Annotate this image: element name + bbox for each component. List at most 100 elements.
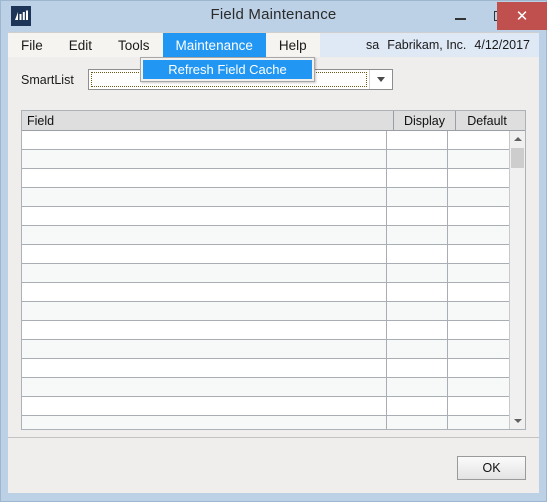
table-cell-display[interactable]: [387, 169, 449, 187]
table-cell-default[interactable]: [448, 416, 509, 429]
table-cell-display[interactable]: [387, 378, 449, 396]
table-cell-default[interactable]: [448, 131, 509, 149]
table-cell-display[interactable]: [387, 302, 449, 320]
menu-item-help[interactable]: Help: [266, 33, 320, 57]
table-cell-field[interactable]: [22, 340, 388, 358]
table-cell-display[interactable]: [387, 283, 449, 301]
close-button[interactable]: ✕: [497, 2, 547, 30]
grid-header-display[interactable]: Display: [394, 111, 456, 130]
table-cell-default[interactable]: [448, 283, 509, 301]
title-bar: Field Maintenance ✕: [1, 1, 547, 31]
table-cell-field[interactable]: [22, 188, 388, 206]
table-row[interactable]: [22, 378, 509, 397]
table-cell-default[interactable]: [448, 397, 509, 415]
table-cell-field[interactable]: [22, 283, 388, 301]
grid-header-row: Field Display Default: [22, 111, 525, 131]
table-cell-display[interactable]: [387, 207, 449, 225]
table-cell-default[interactable]: [448, 207, 509, 225]
table-cell-default[interactable]: [448, 340, 509, 358]
status-date: 4/12/2017: [474, 38, 530, 52]
table-cell-display[interactable]: [387, 264, 449, 282]
maintenance-dropdown-menu: Refresh Field Cache: [140, 57, 315, 82]
table-cell-default[interactable]: [448, 378, 509, 396]
table-row[interactable]: [22, 169, 509, 188]
grid-header-field[interactable]: Field: [22, 111, 394, 130]
smartlist-dropdown-button[interactable]: [369, 70, 392, 89]
footer-bar: OK: [8, 437, 539, 493]
table-cell-field[interactable]: [22, 226, 388, 244]
scroll-down-button[interactable]: [510, 413, 525, 429]
table-cell-display[interactable]: [387, 340, 449, 358]
table-cell-field[interactable]: [22, 359, 388, 377]
table-row[interactable]: [22, 359, 509, 378]
table-row[interactable]: [22, 131, 509, 150]
table-row[interactable]: [22, 226, 509, 245]
table-row[interactable]: [22, 245, 509, 264]
table-row[interactable]: [22, 340, 509, 359]
table-cell-display[interactable]: [387, 397, 449, 415]
table-cell-default[interactable]: [448, 321, 509, 339]
table-cell-default[interactable]: [448, 169, 509, 187]
smartlist-label: SmartList: [21, 73, 74, 87]
menu-item-maintenance[interactable]: Maintenance: [162, 33, 266, 57]
table-cell-field[interactable]: [22, 245, 388, 263]
scroll-down-arrow-icon: [513, 419, 522, 423]
minimize-icon: [454, 18, 466, 20]
menu-bar-spacer: [319, 33, 366, 57]
table-cell-default[interactable]: [448, 302, 509, 320]
minimize-button[interactable]: [441, 2, 479, 30]
table-cell-display[interactable]: [387, 226, 449, 244]
status-company: Fabrikam, Inc.: [387, 38, 467, 52]
table-cell-display[interactable]: [387, 416, 449, 429]
menu-bar: File Edit Tools Maintenance Help sa Fabr…: [8, 32, 539, 57]
table-cell-display[interactable]: [387, 359, 449, 377]
chevron-down-icon: [377, 77, 385, 82]
grid-header-default[interactable]: Default: [456, 111, 518, 130]
table-cell-field[interactable]: [22, 321, 388, 339]
table-cell-default[interactable]: [448, 264, 509, 282]
menu-item-file[interactable]: File: [8, 33, 56, 57]
grid-body: [22, 131, 509, 429]
table-row[interactable]: [22, 283, 509, 302]
table-cell-field[interactable]: [22, 302, 388, 320]
table-cell-default[interactable]: [448, 188, 509, 206]
table-cell-default[interactable]: [448, 359, 509, 377]
table-row[interactable]: [22, 321, 509, 340]
table-cell-field[interactable]: [22, 169, 388, 187]
table-row[interactable]: [22, 150, 509, 169]
table-cell-field[interactable]: [22, 150, 388, 168]
table-cell-display[interactable]: [387, 245, 449, 263]
table-row[interactable]: [22, 207, 509, 226]
table-cell-field[interactable]: [22, 207, 388, 225]
scroll-up-button[interactable]: [510, 131, 525, 147]
ok-button[interactable]: OK: [457, 456, 526, 480]
menu-item-tools[interactable]: Tools: [105, 33, 163, 57]
table-cell-default[interactable]: [448, 226, 509, 244]
scrollbar-thumb[interactable]: [511, 148, 524, 168]
table-row[interactable]: [22, 416, 509, 429]
table-cell-display[interactable]: [387, 188, 449, 206]
menu-item-edit[interactable]: Edit: [56, 33, 105, 57]
client-area: SmartList Field Display Default: [8, 57, 539, 437]
grid-vertical-scrollbar[interactable]: [509, 131, 525, 429]
table-cell-field[interactable]: [22, 378, 388, 396]
field-grid: Field Display Default: [21, 110, 526, 430]
table-cell-default[interactable]: [448, 245, 509, 263]
scroll-up-arrow-icon: [513, 137, 522, 141]
table-cell-field[interactable]: [22, 416, 388, 429]
table-cell-display[interactable]: [387, 150, 449, 168]
table-row[interactable]: [22, 188, 509, 207]
table-cell-default[interactable]: [448, 150, 509, 168]
application-window: Field Maintenance ✕ File Edit Tools Main…: [0, 0, 547, 502]
table-cell-field[interactable]: [22, 131, 388, 149]
menu-item-refresh-field-cache[interactable]: Refresh Field Cache: [143, 60, 312, 79]
close-icon: ✕: [515, 6, 529, 25]
table-cell-display[interactable]: [387, 131, 449, 149]
table-cell-display[interactable]: [387, 321, 449, 339]
table-row[interactable]: [22, 397, 509, 416]
table-row[interactable]: [22, 264, 509, 283]
table-cell-field[interactable]: [22, 264, 388, 282]
table-cell-field[interactable]: [22, 397, 388, 415]
status-area: sa Fabrikam, Inc. 4/12/2017: [366, 33, 539, 57]
table-row[interactable]: [22, 302, 509, 321]
